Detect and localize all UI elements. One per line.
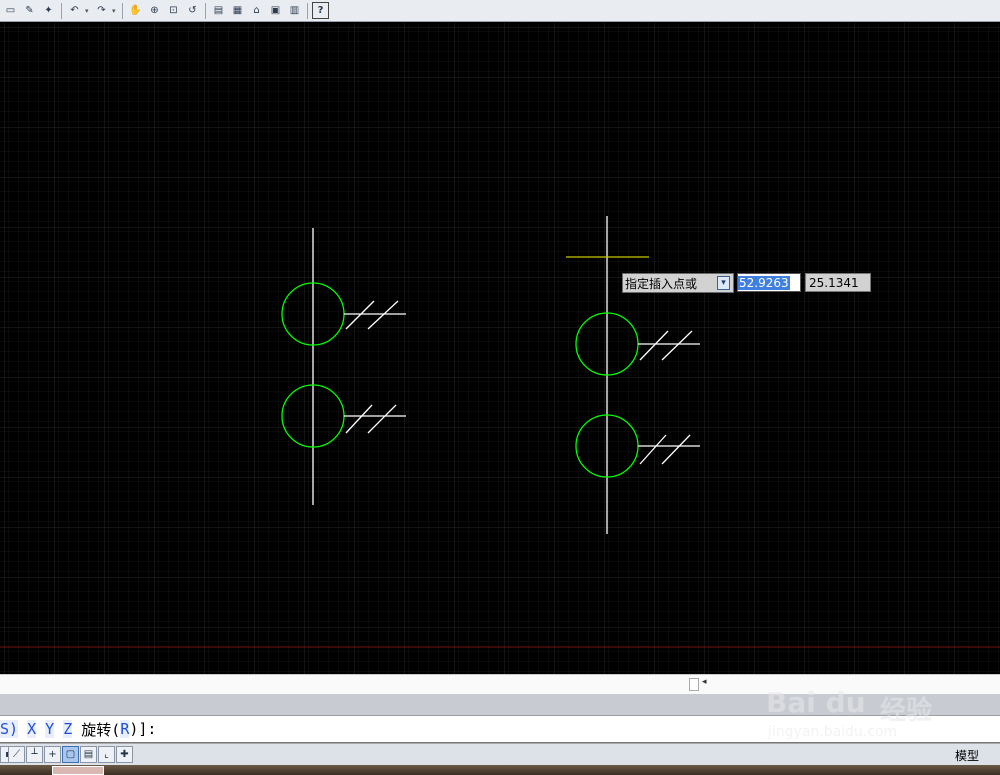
command-text: 旋转( — [72, 720, 121, 739]
command-text — [36, 720, 45, 738]
command-option-keyword[interactable]: S) — [0, 720, 19, 738]
zoom-realtime-icon[interactable]: ⊕ — [146, 2, 163, 19]
grid-icon[interactable]: ⟋ — [8, 746, 25, 763]
command-option-keyword[interactable]: R — [120, 720, 130, 738]
toolbar-separator — [307, 2, 308, 19]
redo-icon[interactable]: ↷ — [93, 2, 110, 19]
dyn-icon[interactable]: ✚ — [116, 746, 133, 763]
x-coordinate-value: 52.9263 — [738, 275, 790, 290]
etransmit-icon[interactable]: ✦ — [40, 2, 57, 19]
calculator-icon[interactable]: ▥ — [286, 2, 303, 19]
command-option-keyword[interactable]: X — [27, 720, 37, 738]
otrack-icon[interactable]: ▤ — [80, 746, 97, 763]
ortho-icon[interactable]: ┴ — [26, 746, 43, 763]
standard-toolbar: ▭ ✎ ✦ ↶ ▾ ↷ ▾ ✋ ⊕ ⊡ ↺ ▤ ▦ ⌂ ▣ ▥ ? — [0, 0, 1000, 22]
taskbar — [0, 765, 1000, 775]
down-arrow-icon[interactable]: ▾ — [717, 276, 730, 290]
command-line[interactable]: S) X Y Z 旋转(R)]: — [0, 716, 1000, 743]
publish-icon[interactable]: ✎ — [21, 2, 38, 19]
horizontal-scrollbar[interactable]: ◂ — [0, 674, 1000, 694]
undo-icon[interactable]: ↶ — [66, 2, 83, 19]
scrollbar-thumb[interactable] — [689, 678, 699, 691]
y-coordinate-value: 25.1341 — [809, 275, 859, 290]
toolbar-separator — [205, 2, 206, 19]
command-option-keyword[interactable]: Z — [63, 720, 73, 738]
undo-dropdown-icon[interactable]: ▾ — [85, 7, 91, 15]
command-text — [18, 720, 27, 738]
toolbar-separator — [122, 2, 123, 19]
design-center-icon[interactable]: ▦ — [229, 2, 246, 19]
taskbar-item[interactable] — [52, 766, 104, 775]
help-icon[interactable]: ? — [312, 2, 329, 19]
status-bar: ▪ ⟋ ┴ + ▢ ▤ ⌞ ✚ 模型 — [0, 743, 1000, 765]
polar-icon[interactable]: + — [44, 746, 61, 763]
properties-icon[interactable]: ▤ — [210, 2, 227, 19]
model-tab[interactable]: 模型 — [952, 746, 982, 764]
scroll-left-arrow-icon[interactable]: ◂ — [702, 677, 707, 687]
x-coordinate-input[interactable]: 52.9263 — [737, 273, 801, 292]
sheet-set-icon[interactable]: ▣ — [267, 2, 284, 19]
osnap-icon[interactable]: ▢ — [62, 746, 79, 763]
drawing-canvas[interactable] — [0, 23, 1000, 674]
open-icon[interactable]: ▭ — [2, 2, 19, 19]
drawing-grid — [0, 23, 1000, 674]
command-text — [54, 720, 63, 738]
dynamic-input-prompt-text: 指定插入点或 — [625, 276, 698, 291]
command-text: )]: — [129, 720, 157, 738]
tool-palettes-icon[interactable]: ⌂ — [248, 2, 265, 19]
y-coordinate-input[interactable]: 25.1341 — [805, 273, 871, 292]
zoom-window-icon[interactable]: ⊡ — [165, 2, 182, 19]
command-option-keyword[interactable]: Y — [45, 720, 55, 738]
toolbar-separator — [61, 2, 62, 19]
ducs-icon[interactable]: ⌞ — [98, 746, 115, 763]
pan-icon[interactable]: ✋ — [127, 2, 144, 19]
command-history — [0, 694, 1000, 716]
zoom-previous-icon[interactable]: ↺ — [184, 2, 201, 19]
redo-dropdown-icon[interactable]: ▾ — [112, 7, 118, 15]
